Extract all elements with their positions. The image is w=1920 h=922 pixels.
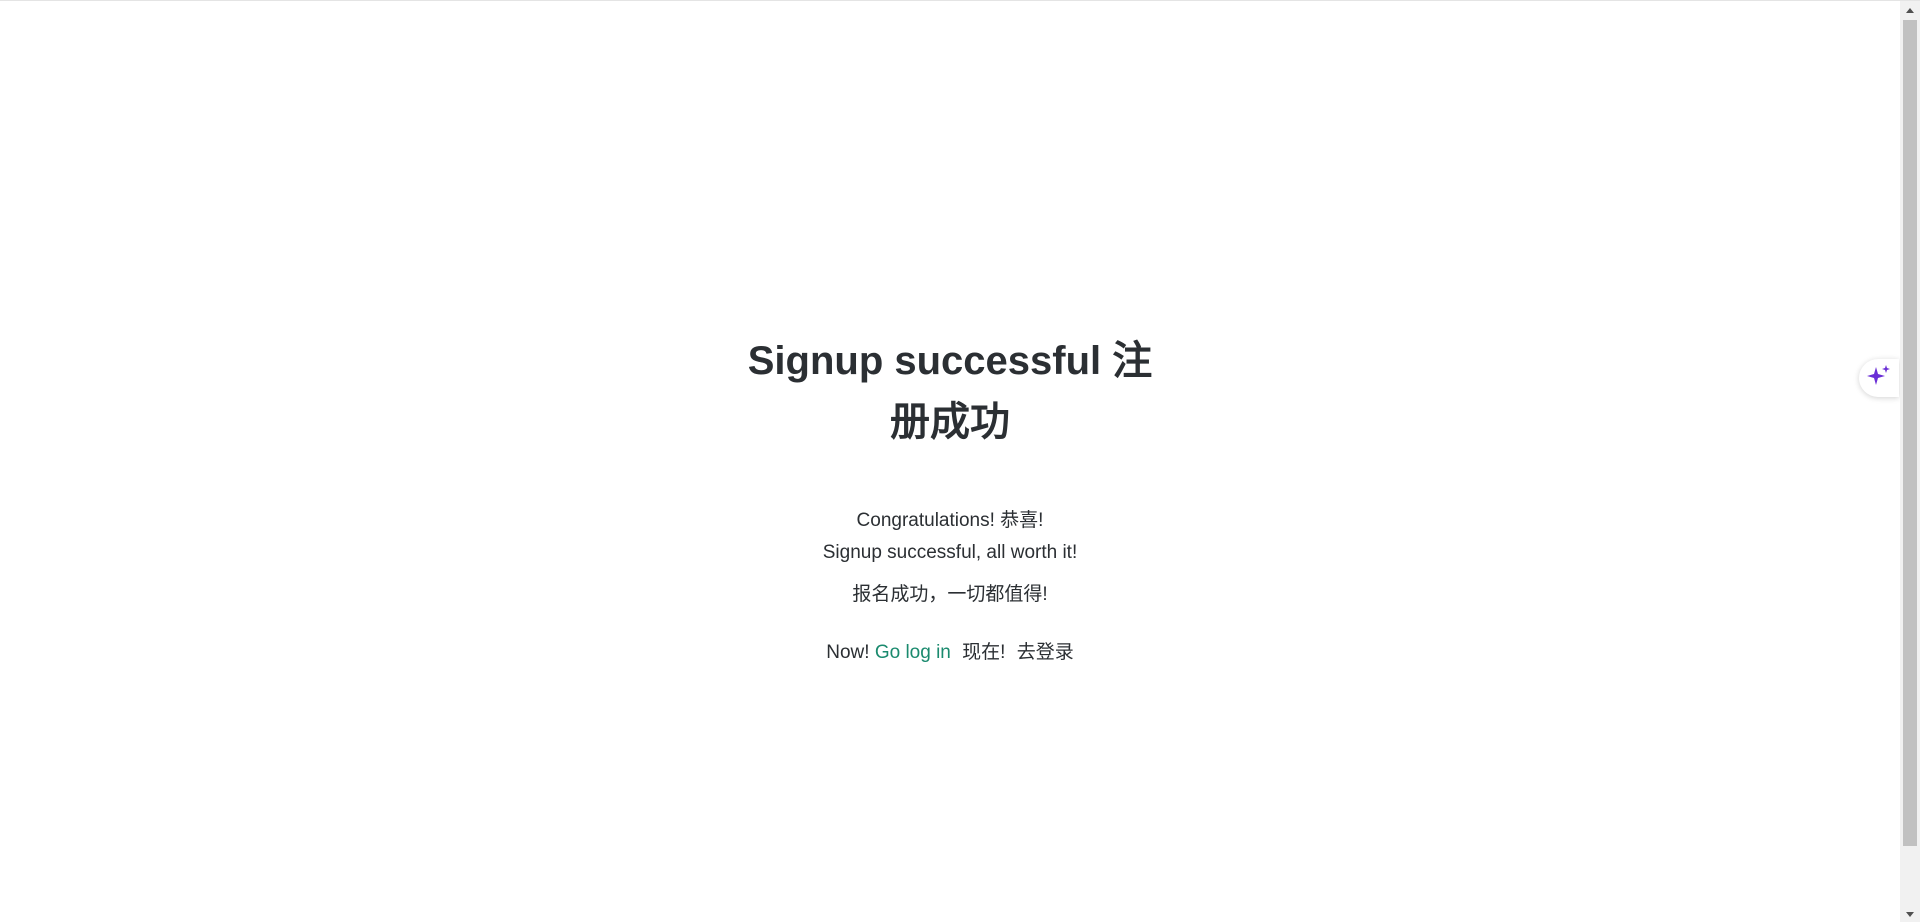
go-login-link[interactable]: Go log in xyxy=(875,642,951,663)
success-text: Signup successful, all worth it! xyxy=(822,542,1078,563)
scroll-up-icon[interactable] xyxy=(1900,1,1920,18)
login-prompt: Now! Go log in 现在! 去登录 xyxy=(0,637,1900,669)
congrats-text: Congratulations! 恭喜! xyxy=(856,510,1044,531)
signup-success-content: Signup successful 注册成功 Congratulations! … xyxy=(0,331,1900,669)
now-label: Now! xyxy=(826,642,870,663)
ai-assistant-button[interactable] xyxy=(1859,359,1899,397)
scroll-down-icon[interactable] xyxy=(1900,906,1920,922)
now-label-cn: 现在! xyxy=(962,642,1006,663)
sparkle-icon xyxy=(1866,363,1892,394)
success-message: Congratulations! 恭喜! Signup successful, … xyxy=(0,505,1900,611)
scrollbar-thumb[interactable] xyxy=(1903,20,1917,846)
vertical-scrollbar[interactable] xyxy=(1900,1,1920,922)
go-login-cn: 去登录 xyxy=(1016,642,1074,663)
success-text-cn: 报名成功，一切都值得! xyxy=(852,584,1048,605)
page: Signup successful 注册成功 Congratulations! … xyxy=(0,0,1920,922)
page-title: Signup successful 注册成功 xyxy=(747,339,1153,444)
